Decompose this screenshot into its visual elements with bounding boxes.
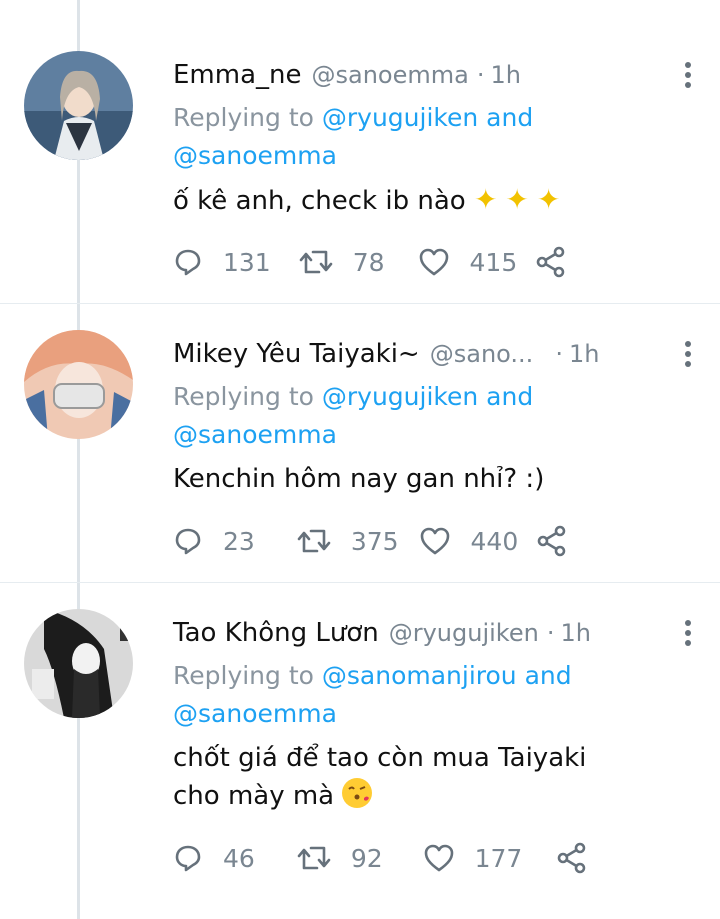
- tweet-text-line: chốt giá để tao còn mua Taiyaki: [173, 743, 587, 773]
- user-handle[interactable]: @sanoemma: [312, 61, 469, 89]
- tweet-text-line: cho mày mà: [173, 781, 335, 811]
- user-handle[interactable]: @sano...: [430, 340, 534, 368]
- more-options-icon[interactable]: [676, 55, 700, 95]
- replying-prefix: Replying to: [173, 103, 322, 132]
- mention-link[interactable]: @sanoemma: [173, 141, 337, 170]
- tweet-reply[interactable]: Emma_ne @sanoemma · 1h Replying to @ryug…: [0, 0, 720, 279]
- replying-prefix: Replying to: [173, 382, 322, 411]
- display-name[interactable]: Tao Không Lươn: [173, 618, 379, 648]
- user-handle[interactable]: @ryugujiken: [389, 619, 539, 647]
- reply-button[interactable]: 131: [173, 247, 271, 277]
- retweet-count: 78: [352, 247, 385, 277]
- retweet-icon: [297, 846, 331, 870]
- retweet-button[interactable]: 78: [299, 247, 385, 277]
- more-options-icon[interactable]: [676, 334, 700, 374]
- retweet-count: 375: [350, 526, 399, 556]
- separator-dot: ·: [476, 61, 485, 89]
- reply-count: 131: [223, 247, 271, 277]
- replying-to: Replying to @ryugujiken and @sanoemma: [173, 378, 643, 454]
- heart-icon: [424, 844, 453, 872]
- share-button[interactable]: [535, 246, 567, 278]
- like-count: 440: [470, 526, 519, 556]
- separator-dot: ·: [546, 619, 555, 647]
- retweet-button[interactable]: 92: [297, 843, 383, 873]
- display-name[interactable]: Mikey Yêu Taiyaki~: [173, 339, 420, 369]
- avatar[interactable]: [24, 51, 133, 160]
- share-button[interactable]: [536, 525, 568, 557]
- timestamp[interactable]: 1h: [560, 619, 590, 647]
- replying-to: Replying to @ryugujiken and @sanoemma: [173, 99, 643, 175]
- reply-icon: [175, 528, 201, 555]
- share-button[interactable]: [556, 842, 588, 874]
- separator-dot: ·: [555, 340, 563, 368]
- sparkles-emoji-icon: ✦✦✦: [473, 183, 569, 216]
- like-button[interactable]: 440: [419, 526, 519, 556]
- tweet-text: Kenchin hôm nay gan nhỉ? :): [173, 464, 545, 494]
- tweet-text-body: ố kê anh, check ib nào: [173, 186, 466, 216]
- tweet-reply[interactable]: Tao Không Lươn @ryugujiken · 1h Replying…: [0, 558, 720, 874]
- retweet-button[interactable]: 375: [297, 526, 399, 556]
- like-button[interactable]: 415: [418, 247, 518, 277]
- avatar[interactable]: [24, 609, 133, 718]
- reply-icon: [175, 845, 201, 872]
- mention-link[interactable]: @ryugujiken: [322, 103, 478, 132]
- avatar[interactable]: [24, 330, 133, 439]
- retweet-count: 92: [350, 843, 383, 873]
- mention-link[interactable]: @sanoemma: [173, 699, 337, 728]
- like-button[interactable]: 177: [423, 843, 523, 873]
- mention-link[interactable]: @ryugujiken: [322, 382, 478, 411]
- like-count: 415: [469, 247, 518, 277]
- replying-and[interactable]: and: [478, 382, 533, 411]
- retweet-icon: [297, 529, 331, 553]
- mention-link[interactable]: @sanomanjirou: [322, 661, 517, 690]
- replying-prefix: Replying to: [173, 661, 322, 690]
- replying-and[interactable]: and: [478, 103, 533, 132]
- timestamp[interactable]: 1h: [569, 340, 599, 368]
- reply-count: 46: [223, 843, 255, 873]
- reply-icon: [175, 249, 201, 276]
- tweet-text: ố kê anh, check ib nào ✦✦✦: [173, 181, 663, 220]
- mention-link[interactable]: @sanoemma: [173, 420, 337, 449]
- share-icon: [537, 525, 566, 557]
- reply-button[interactable]: 23: [173, 526, 255, 556]
- like-count: 177: [474, 843, 523, 873]
- replying-to: Replying to @sanomanjirou and @sanoemma: [173, 657, 643, 733]
- reply-count: 23: [223, 526, 255, 556]
- retweet-icon: [299, 250, 333, 274]
- share-icon: [536, 246, 565, 278]
- kiss-emoji-icon: [342, 778, 373, 808]
- reply-button[interactable]: 46: [173, 843, 255, 873]
- timestamp[interactable]: 1h: [490, 61, 520, 89]
- replying-and[interactable]: and: [517, 661, 572, 690]
- tweet-text: chốt giá để tao còn mua Taiyaki cho mày …: [173, 739, 663, 815]
- tweet-reply[interactable]: Mikey Yêu Taiyaki~ @sano... · 1h Replyin…: [0, 279, 720, 558]
- more-options-icon[interactable]: [676, 613, 700, 653]
- heart-icon: [420, 527, 449, 555]
- display-name[interactable]: Emma_ne: [173, 60, 302, 90]
- share-icon: [558, 842, 586, 874]
- heart-icon: [419, 248, 448, 276]
